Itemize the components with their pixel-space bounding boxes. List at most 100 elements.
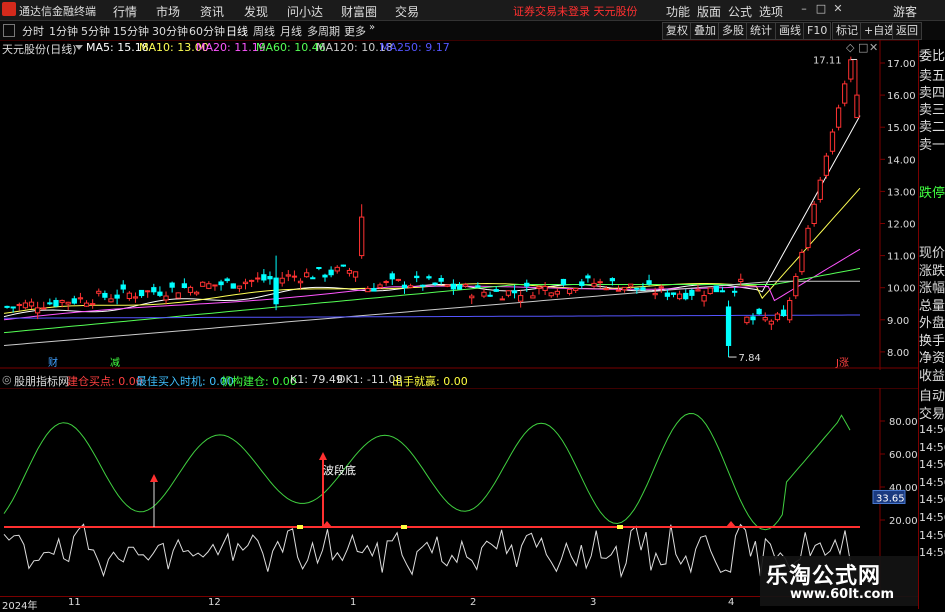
price-chart[interactable]: 17.00 16.00 15.00 14.00 13.00 12.00 11.00 10.00… bbox=[0, 40, 918, 370]
candle-body bbox=[609, 278, 616, 282]
candle-body bbox=[71, 298, 77, 304]
minimize-icon[interactable]: – bbox=[797, 2, 811, 16]
side-time: 14:56 bbox=[919, 441, 945, 454]
maximize-icon[interactable]: □ bbox=[814, 2, 828, 16]
tab-5min[interactable]: 5分钟 bbox=[81, 23, 110, 39]
indicator-header: ◎ 股朋指标网 建仓买点: 0.00 最佳买入时机: 0.00 机构建仓: 0.… bbox=[0, 372, 880, 388]
menu-market-quotes[interactable]: 行情 bbox=[113, 3, 137, 20]
candle-body bbox=[365, 288, 371, 293]
panel-toggle-icon[interactable] bbox=[3, 24, 15, 37]
candle-body bbox=[10, 306, 16, 309]
tab-timeshare[interactable]: 分时 bbox=[22, 23, 44, 39]
title-bar: 通达信金融终端 行情 市场 资讯 发现 问小达 财富圈 交易 证券交易未登录 天… bbox=[0, 0, 945, 21]
candle-body bbox=[487, 294, 493, 297]
candle-body bbox=[835, 107, 842, 128]
candle-body bbox=[597, 281, 603, 284]
menu-function[interactable]: 功能 bbox=[666, 3, 690, 20]
draw-line-button[interactable]: 画线 bbox=[775, 22, 805, 40]
high-label: 17.11 bbox=[813, 55, 842, 66]
candle-body bbox=[22, 302, 29, 309]
menu-layout[interactable]: 版面 bbox=[697, 3, 721, 20]
candle-body bbox=[224, 278, 230, 282]
stats-button[interactable]: 统计 bbox=[746, 22, 776, 40]
menu-market[interactable]: 市场 bbox=[156, 3, 180, 20]
candle-body bbox=[181, 283, 188, 288]
buy-arrow-head bbox=[150, 474, 158, 482]
tab-monthly[interactable]: 月线 bbox=[280, 23, 302, 39]
candle-body bbox=[132, 296, 139, 299]
f10-button[interactable]: F10 bbox=[803, 22, 832, 40]
back-button[interactable]: 返回 bbox=[892, 22, 922, 40]
candle-body bbox=[805, 227, 811, 249]
tab-30min[interactable]: 30分钟 bbox=[152, 23, 188, 39]
side-sell1: 卖一 bbox=[919, 138, 945, 153]
menu-trade[interactable]: 交易 bbox=[395, 3, 419, 20]
menu-news[interactable]: 资讯 bbox=[200, 3, 224, 20]
candle-body bbox=[352, 271, 359, 278]
price-tick-label: 10.00 bbox=[887, 284, 916, 295]
candle-body bbox=[530, 295, 536, 299]
price-tick-label: 11.00 bbox=[887, 252, 916, 263]
candle-body bbox=[77, 297, 84, 300]
side-trade[interactable]: 交易 bbox=[919, 403, 945, 422]
candle-body bbox=[615, 289, 622, 292]
candle-body bbox=[854, 94, 860, 119]
side-weibi: 委比 bbox=[919, 49, 945, 64]
candle-body bbox=[732, 290, 738, 293]
candle-body bbox=[591, 282, 597, 287]
side-time: 14:56 bbox=[919, 546, 945, 559]
mark-button[interactable]: 标记 bbox=[832, 22, 862, 40]
more-chevron-icon[interactable]: » bbox=[369, 22, 375, 33]
tab-weekly[interactable]: 周线 bbox=[253, 23, 275, 39]
indicator-settings-icon[interactable]: ◎ bbox=[2, 373, 12, 386]
time-tick: 1 bbox=[350, 597, 357, 608]
candle-body bbox=[218, 281, 224, 286]
guest-user[interactable]: 游客 bbox=[893, 3, 917, 20]
menu-options[interactable]: 选项 bbox=[759, 3, 783, 20]
indicator-tick-label: 20.00 bbox=[889, 516, 918, 527]
overlay-button[interactable]: 叠加 bbox=[690, 22, 720, 40]
price-tick-label: 8.00 bbox=[887, 348, 909, 359]
side-auto[interactable]: 自动 bbox=[919, 385, 945, 404]
tab-multi-period[interactable]: 多周期 bbox=[307, 23, 340, 39]
candle-body bbox=[719, 290, 726, 293]
candle-body bbox=[267, 276, 273, 280]
candle-body bbox=[493, 289, 499, 292]
menu-discover[interactable]: 发现 bbox=[244, 3, 268, 20]
candle-body bbox=[102, 292, 108, 298]
indicator-name[interactable]: 股朋指标网 bbox=[14, 373, 69, 389]
time-tick: 4 bbox=[728, 597, 735, 608]
price-tick-label: 12.00 bbox=[887, 220, 916, 231]
candle-body bbox=[47, 302, 53, 305]
time-tick: 11 bbox=[68, 597, 81, 608]
candle-body bbox=[340, 264, 346, 267]
menu-wealth-circle[interactable]: 财富圈 bbox=[341, 3, 377, 20]
multi-stock-button[interactable]: 多股 bbox=[718, 22, 748, 40]
menu-ask-xiaoda[interactable]: 问小达 bbox=[287, 3, 323, 20]
watermark-overlay: 乐淘公式网 www.60lt.com bbox=[760, 556, 918, 606]
candle-body bbox=[554, 290, 560, 295]
candle-body bbox=[469, 295, 475, 299]
tab-1min[interactable]: 1分钟 bbox=[49, 23, 78, 39]
candle-body bbox=[542, 285, 548, 291]
candle-body bbox=[621, 286, 628, 291]
candle-body bbox=[676, 293, 683, 300]
candle-body bbox=[701, 295, 707, 302]
candle-body bbox=[774, 313, 781, 321]
candle-body bbox=[683, 292, 689, 300]
indicator-k1: K1: 79.49 bbox=[290, 373, 343, 386]
close-icon[interactable]: ✕ bbox=[831, 2, 845, 16]
candle-body bbox=[279, 277, 285, 284]
tab-daily[interactable]: 日线 bbox=[226, 23, 248, 39]
candle-body bbox=[670, 292, 677, 295]
tab-more[interactable]: 更多 bbox=[344, 23, 366, 39]
adjust-button[interactable]: 复权 bbox=[662, 22, 692, 40]
candle-body bbox=[475, 285, 481, 288]
trade-login-warning: 证券交易未登录 天元股份 bbox=[513, 5, 638, 18]
tab-15min[interactable]: 15分钟 bbox=[113, 23, 149, 39]
candle-body bbox=[83, 302, 90, 307]
tab-60min[interactable]: 60分钟 bbox=[189, 23, 225, 39]
candle-body bbox=[334, 266, 340, 272]
menu-formula[interactable]: 公式 bbox=[728, 3, 752, 20]
candle-body bbox=[707, 287, 713, 295]
